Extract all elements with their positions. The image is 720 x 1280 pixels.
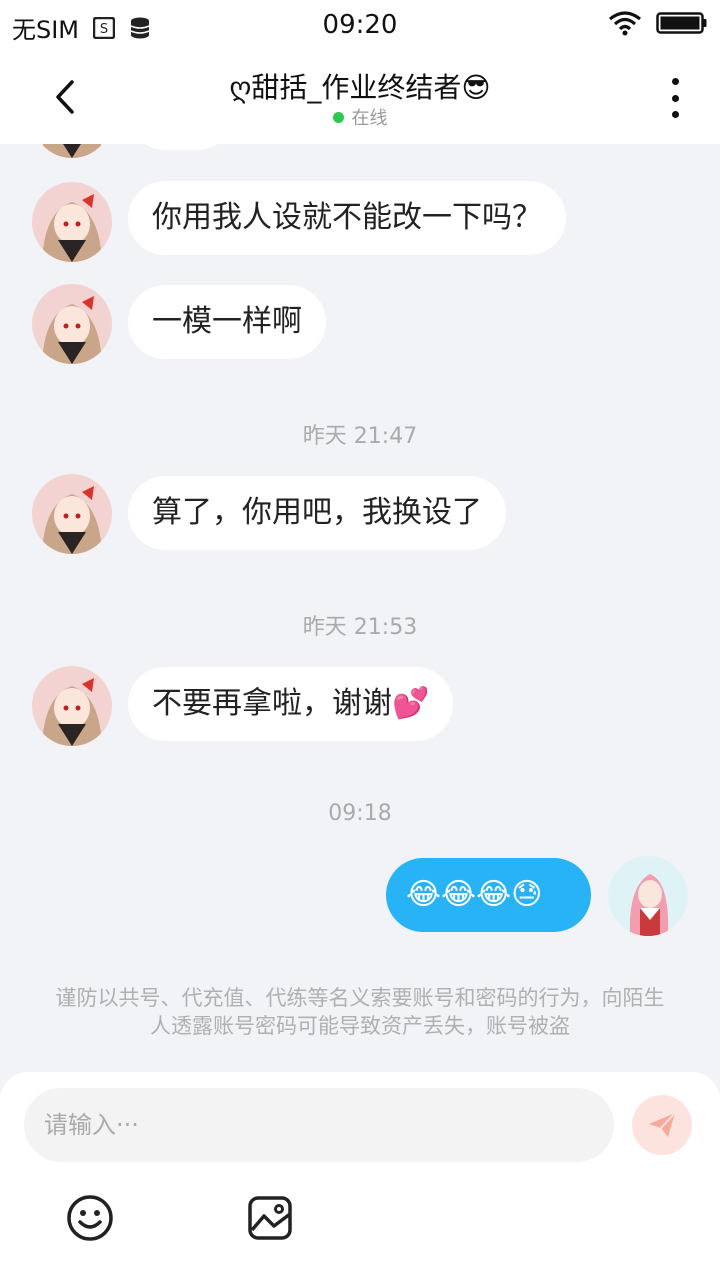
message-bubble[interactable]: 你用我人设就不能改一下吗？ [128,181,566,255]
security-notice: 谨防以共号、代充值、代练等名义索要账号和密码的行为，向陌生人透露账号密码可能导致… [55,986,665,1038]
contact-avatar[interactable] [32,182,112,262]
message-bubble-mine[interactable]: 😂😂😂😓 [386,858,591,932]
chat-title: ღ甜括_作业终结者😎 [229,71,491,104]
more-dot-icon [671,94,679,102]
status-bar: 无SIM S 09:20 [0,0,720,50]
send-button[interactable] [632,1095,692,1155]
wifi-icon [609,11,641,36]
online-label: 在线 [351,108,388,129]
more-dot-icon [671,78,679,85]
timestamp: 09:18 [328,801,392,826]
status-right [608,10,708,36]
message-bubble[interactable]: 不要再拿啦，谢谢💕 [128,667,454,741]
timestamp: 昨天 21:53 [302,615,418,640]
message-input[interactable]: 请输入··· [24,1088,614,1162]
more-dot-icon [671,111,679,118]
chat-header: ღ甜括_作业终结者😎 在线 [0,50,720,144]
emoji-button[interactable] [66,1194,114,1242]
send-icon [649,1112,676,1137]
message-bubble[interactable] [128,144,234,150]
contact-avatar[interactable] [32,474,112,554]
battery-icon [656,12,707,34]
online-status: 在线 [0,104,720,130]
contact-avatar[interactable] [32,666,112,746]
timestamp: 昨天 21:47 [302,424,418,449]
image-button[interactable] [246,1194,294,1242]
more-button[interactable] [660,78,690,118]
contact-avatar[interactable] [32,284,112,364]
image-icon [248,1196,292,1240]
message-list[interactable]: 你用我人设就不能改一下吗？ 一模一样啊 昨天 21:47 算了，你用吧，我换设了… [0,144,720,1072]
emoji-icon [67,1195,113,1241]
online-dot-icon [332,111,344,123]
my-avatar[interactable] [608,856,688,936]
message-bubble[interactable]: 算了，你用吧，我换设了 [128,476,506,550]
contact-avatar[interactable] [32,144,112,158]
input-bar: 请输入··· [0,1072,720,1280]
message-bubble[interactable]: 一模一样啊 [128,285,326,359]
